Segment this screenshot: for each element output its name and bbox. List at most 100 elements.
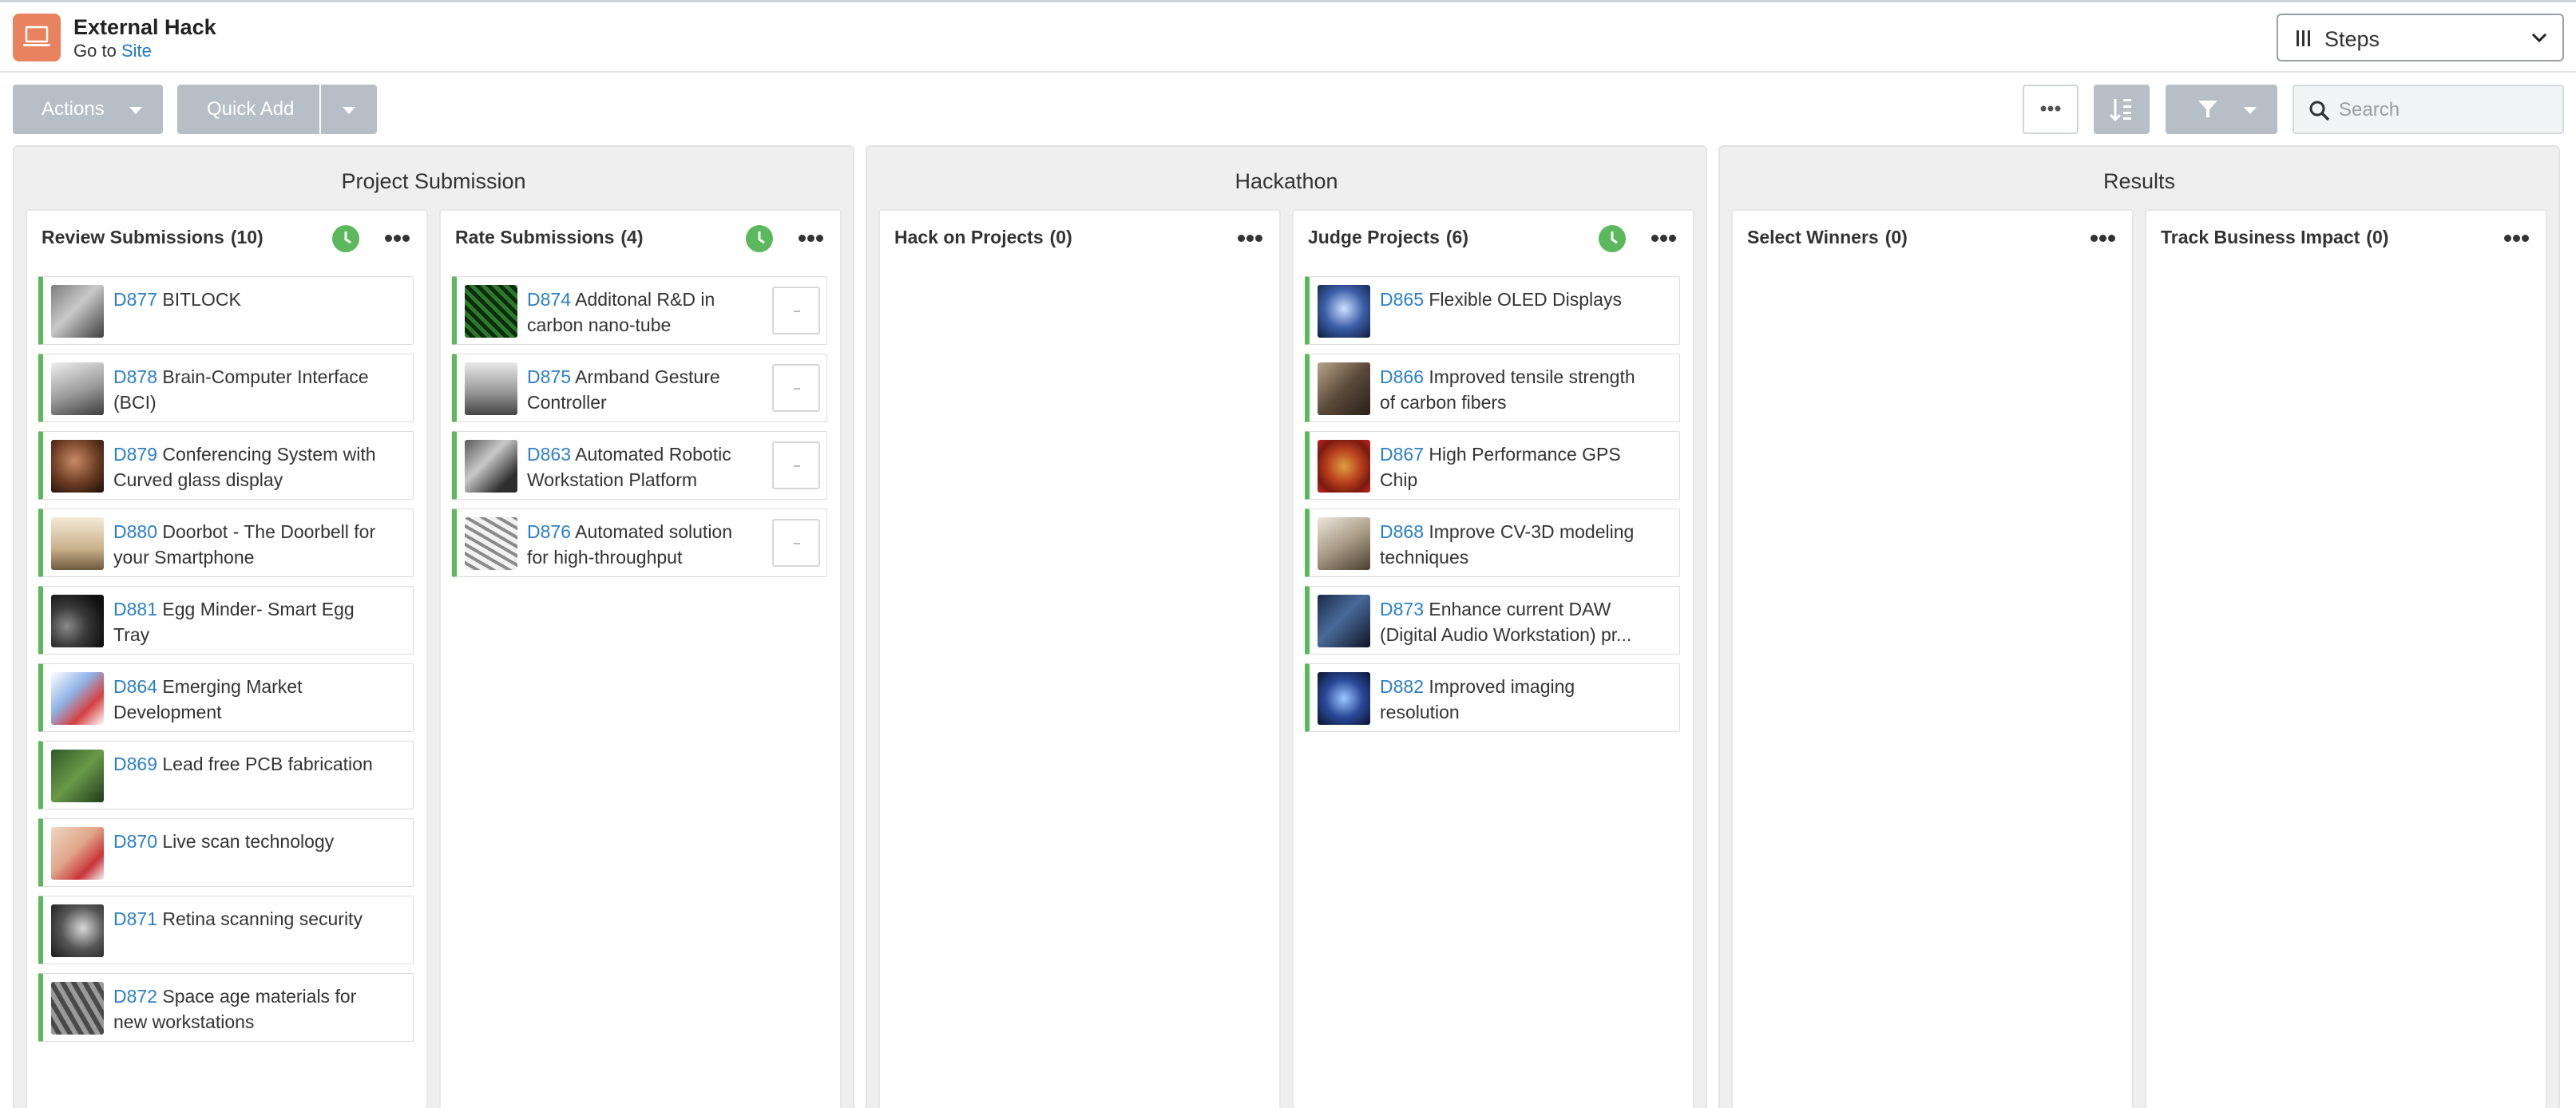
sort-button[interactable] bbox=[2094, 85, 2150, 134]
rating-box[interactable] bbox=[772, 287, 820, 334]
card-d868[interactable]: D868 Improve CV-3D modeling techniques bbox=[1305, 508, 1680, 577]
column-rate-submissions: Rate Submissions (4) D874 Additonal R&D i… bbox=[439, 209, 842, 1108]
card-d865[interactable]: D865 Flexible OLED Displays bbox=[1305, 276, 1680, 345]
go-to-site: Go to Site bbox=[73, 41, 152, 61]
caret-down-icon bbox=[343, 107, 355, 114]
column-count: (0) bbox=[1884, 227, 1908, 247]
card-id-link[interactable]: D872 bbox=[113, 986, 157, 1007]
clock-icon[interactable] bbox=[746, 225, 773, 252]
card-d871[interactable]: D871 Retina scanning security bbox=[38, 896, 414, 964]
actions-button-label: Actions bbox=[42, 98, 105, 120]
rating-box[interactable] bbox=[772, 364, 820, 412]
card-id-link[interactable]: D873 bbox=[1380, 599, 1424, 619]
view-select[interactable]: Steps bbox=[2277, 14, 2564, 61]
column-menu-icon[interactable] bbox=[1238, 235, 1263, 244]
card-d869[interactable]: D869 Lead free PCB fabrication bbox=[38, 741, 414, 809]
card-text: D871 Retina scanning security bbox=[113, 906, 385, 932]
card-title: Lead free PCB fabrication bbox=[162, 754, 373, 774]
card-id-link[interactable]: D875 bbox=[527, 366, 571, 387]
card-id-link[interactable]: D879 bbox=[113, 444, 157, 465]
view-select-value: Steps bbox=[2324, 27, 2380, 51]
card-id-link[interactable]: D863 bbox=[527, 444, 571, 465]
column-menu-icon[interactable] bbox=[799, 235, 824, 244]
card-thumbnail bbox=[1318, 672, 1370, 725]
card-text: D865 Flexible OLED Displays bbox=[1380, 287, 1651, 312]
card-thumbnail bbox=[51, 595, 104, 647]
card-id-link[interactable]: D864 bbox=[113, 676, 157, 697]
column-menu-icon[interactable] bbox=[1651, 235, 1677, 244]
card-id-link[interactable]: D868 bbox=[1380, 521, 1424, 542]
card-d864[interactable]: D864 Emerging Market Development bbox=[38, 663, 414, 732]
search-input[interactable] bbox=[2339, 96, 2554, 125]
card-id-link[interactable]: D876 bbox=[527, 521, 571, 542]
card-text: D881 Egg Minder- Smart Egg Tray bbox=[113, 596, 385, 647]
card-d863[interactable]: D863 Automated Robotic Workstation Platf… bbox=[452, 431, 827, 500]
card-d882[interactable]: D882 Improved imaging resolution bbox=[1305, 663, 1680, 732]
group-title: Hackathon bbox=[1234, 169, 1338, 193]
rating-box[interactable] bbox=[772, 441, 820, 489]
clock-icon[interactable] bbox=[332, 225, 359, 252]
card-d876[interactable]: D876 Automated solution for high-through… bbox=[452, 508, 827, 577]
card-text: D873 Enhance current DAW (Digital Audio … bbox=[1380, 596, 1651, 647]
columns-icon bbox=[2297, 30, 2310, 46]
card-title: Retina scanning security bbox=[162, 908, 363, 929]
card-d877[interactable]: D877 BITLOCK bbox=[38, 276, 414, 345]
column-title: Rate Submissions (4) bbox=[455, 227, 644, 247]
quick-add-button[interactable]: Quick Add bbox=[177, 85, 319, 134]
card-id-link[interactable]: D871 bbox=[113, 908, 157, 929]
card-thumbnail bbox=[51, 750, 104, 802]
card-id-link[interactable]: D880 bbox=[113, 521, 157, 542]
card-thumbnail bbox=[51, 285, 104, 338]
card-d878[interactable]: D878 Brain-Computer Interface (BCI) bbox=[38, 354, 414, 422]
card-d867[interactable]: D867 High Performance GPS Chip bbox=[1305, 431, 1680, 500]
clock-icon[interactable] bbox=[1599, 225, 1626, 252]
more-options-button[interactable] bbox=[2023, 85, 2079, 134]
quick-add-dropdown-button[interactable] bbox=[321, 85, 377, 134]
card-text: D878 Brain-Computer Interface (BCI) bbox=[113, 364, 385, 415]
card-d879[interactable]: D879 Conferencing System with Curved gla… bbox=[38, 431, 414, 500]
search-box[interactable] bbox=[2293, 85, 2564, 134]
column-menu-icon[interactable] bbox=[2504, 235, 2530, 244]
column-menu-icon[interactable] bbox=[2091, 235, 2116, 244]
column-track-business-impact: Track Business Impact (0) bbox=[2145, 209, 2547, 1108]
column-title: Track Business Impact (0) bbox=[2161, 227, 2389, 247]
card-text: D880 Doorbot - The Doorbell for your Sma… bbox=[113, 519, 385, 570]
card-thumbnail bbox=[1318, 440, 1370, 493]
column-title: Review Submissions (10) bbox=[42, 227, 264, 247]
card-id-link[interactable]: D881 bbox=[113, 599, 157, 619]
card-id-link[interactable]: D877 bbox=[113, 289, 157, 310]
card-thumbnail bbox=[1318, 362, 1370, 415]
card-d874[interactable]: D874 Additonal R&D in carbon nano-tube bbox=[452, 276, 827, 345]
actions-button[interactable]: Actions bbox=[13, 85, 163, 134]
card-thumbnail bbox=[51, 827, 104, 880]
column-title: Judge Projects (6) bbox=[1308, 227, 1469, 247]
card-d866[interactable]: D866 Improved tensile strength of carbon… bbox=[1305, 354, 1680, 422]
card-id-link[interactable]: D874 bbox=[527, 289, 571, 310]
card-d873[interactable]: D873 Enhance current DAW (Digital Audio … bbox=[1305, 586, 1680, 655]
card-id-link[interactable]: D867 bbox=[1380, 444, 1424, 465]
column-title: Select Winners (0) bbox=[1747, 227, 1908, 247]
card-thumbnail bbox=[1318, 285, 1370, 338]
card-id-link[interactable]: D870 bbox=[113, 831, 157, 852]
rating-box[interactable] bbox=[772, 519, 820, 567]
filter-button[interactable] bbox=[2166, 85, 2277, 134]
card-id-link[interactable]: D866 bbox=[1380, 366, 1424, 387]
card-d881[interactable]: D881 Egg Minder- Smart Egg Tray bbox=[38, 586, 414, 655]
card-d875[interactable]: D875 Armband Gesture Controller bbox=[452, 354, 827, 422]
card-thumbnail bbox=[465, 440, 517, 493]
column-menu-icon[interactable] bbox=[385, 235, 410, 244]
sort-icon bbox=[2109, 99, 2131, 122]
card-id-link[interactable]: D882 bbox=[1380, 676, 1424, 697]
card-d872[interactable]: D872 Space age materials for new worksta… bbox=[38, 973, 414, 1042]
card-title: Flexible OLED Displays bbox=[1429, 289, 1622, 310]
column-title: Hack on Projects (0) bbox=[894, 227, 1072, 247]
card-id-link[interactable]: D865 bbox=[1380, 289, 1424, 310]
card-id-link[interactable]: D878 bbox=[113, 366, 157, 387]
card-d870[interactable]: D870 Live scan technology bbox=[38, 818, 414, 887]
card-text: D882 Improved imaging resolution bbox=[1380, 674, 1651, 725]
card-d880[interactable]: D880 Doorbot - The Doorbell for your Sma… bbox=[38, 508, 414, 577]
site-link[interactable]: Site bbox=[121, 41, 152, 61]
group-title: Project Submission bbox=[341, 169, 526, 193]
column-select-winners: Select Winners (0) bbox=[1731, 209, 2134, 1108]
card-id-link[interactable]: D869 bbox=[113, 754, 157, 774]
